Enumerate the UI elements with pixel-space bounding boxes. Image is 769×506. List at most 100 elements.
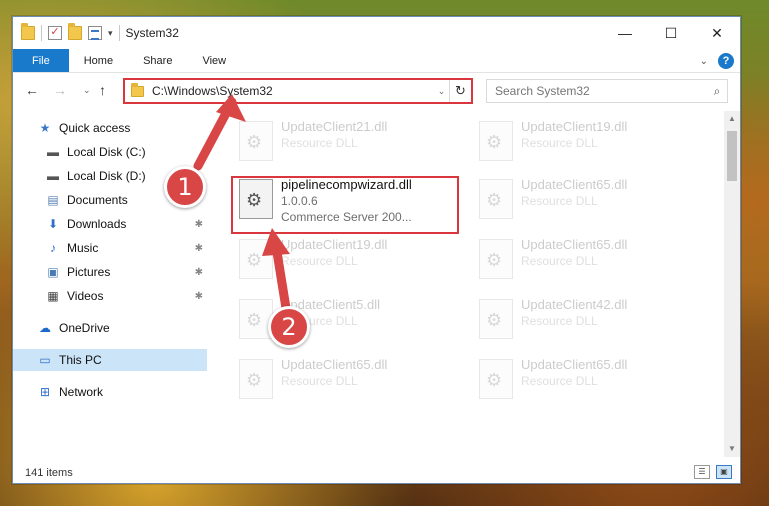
- cloud-icon: ☁: [39, 321, 51, 335]
- dll-file-icon: [239, 239, 273, 279]
- sidebar-item-music[interactable]: ♪ Music ✱: [13, 237, 207, 259]
- dll-file-icon: [479, 359, 513, 399]
- scroll-thumb[interactable]: [727, 131, 737, 181]
- computer-icon: ▭: [39, 353, 51, 367]
- pin-icon[interactable]: ✱: [195, 243, 203, 254]
- tab-home[interactable]: Home: [69, 49, 128, 72]
- pin-icon[interactable]: ✱: [195, 219, 203, 230]
- scroll-up-arrow-icon[interactable]: ▲: [724, 111, 740, 127]
- file-type: Resource DLL: [521, 254, 598, 268]
- file-item[interactable]: UpdateClient65.dll Resource DLL: [469, 233, 689, 287]
- address-path[interactable]: C:\Windows\System32: [152, 84, 433, 98]
- file-item[interactable]: UpdateClient42.dll Resource DLL: [469, 293, 689, 347]
- back-button[interactable]: ←: [25, 82, 39, 98]
- sidebar-item-quick-access[interactable]: ★ Quick access: [13, 117, 207, 139]
- file-type: Resource DLL: [521, 314, 598, 328]
- view-switcher: ☰ ▣: [694, 465, 732, 479]
- sidebar-item-network[interactable]: ⊞ Network: [13, 381, 207, 403]
- search-input[interactable]: [487, 84, 707, 98]
- help-icon[interactable]: ?: [718, 53, 734, 69]
- videos-icon: ▦: [47, 289, 59, 303]
- document-icon: ▤: [47, 193, 59, 207]
- sidebar-item-downloads[interactable]: ⬇ Downloads ✱: [13, 213, 207, 235]
- drive-icon: ▬: [47, 145, 59, 159]
- new-folder-icon[interactable]: [68, 23, 82, 40]
- file-name: UpdateClient65.dll: [521, 237, 628, 252]
- sidebar-item-videos[interactable]: ▦ Videos ✱: [13, 285, 207, 307]
- window-controls: — ☐ ✕: [602, 17, 740, 49]
- tab-view[interactable]: View: [187, 49, 241, 72]
- properties-check-icon[interactable]: ✓: [48, 26, 62, 40]
- search-icon[interactable]: ⌕: [707, 84, 727, 99]
- tab-share[interactable]: Share: [128, 49, 187, 72]
- refresh-button[interactable]: ↻: [449, 80, 471, 102]
- network-icon: ⊞: [39, 385, 51, 399]
- scroll-down-arrow-icon[interactable]: ▼: [724, 441, 740, 457]
- sidebar-item-label: Network: [59, 385, 104, 399]
- file-name: UpdateClient19.dll: [521, 119, 628, 134]
- file-item[interactable]: UpdateClient19.dll Resource DLL: [229, 233, 449, 287]
- sidebar-item-label: Local Disk (C:): [67, 145, 146, 159]
- search-box[interactable]: ⌕: [486, 79, 728, 103]
- sidebar-item-this-pc[interactable]: ▭ This PC: [13, 349, 207, 371]
- quick-access-toolbar: ✓ ▾: [13, 23, 120, 41]
- file-type: Resource DLL: [281, 374, 358, 388]
- window-title: System32: [125, 26, 179, 40]
- download-icon: ⬇: [47, 217, 59, 231]
- sidebar-item-label: Local Disk (D:): [67, 169, 146, 183]
- sidebar-item-onedrive[interactable]: ☁ OneDrive: [13, 317, 207, 339]
- separator: [118, 25, 120, 41]
- file-explorer-window: ✓ ▾ System32 — ☐ ✕ File Home Share View …: [12, 16, 741, 484]
- tab-file[interactable]: File: [13, 49, 69, 72]
- ribbon-right-controls: ⌄ ?: [700, 53, 734, 69]
- file-item[interactable]: UpdateClient5.dll Resource DLL: [229, 293, 449, 347]
- folder-icon: [21, 23, 35, 40]
- file-type: Resource DLL: [281, 136, 358, 150]
- step-badge-2: 2: [268, 306, 310, 348]
- properties-icon[interactable]: [88, 26, 102, 40]
- sidebar-item-pictures[interactable]: ▣ Pictures ✱: [13, 261, 207, 283]
- forward-button[interactable]: →: [53, 82, 67, 98]
- music-icon: ♪: [50, 241, 56, 255]
- star-icon: ★: [39, 121, 51, 135]
- file-name: UpdateClient21.dll: [281, 119, 388, 134]
- vertical-scrollbar[interactable]: ▲ ▼: [724, 111, 740, 457]
- navigation-bar: ← → ⌄ ↑ C:\Windows\System32 ⌄ ↻ ⌕: [13, 73, 740, 109]
- expand-ribbon-icon[interactable]: ⌄: [700, 56, 708, 67]
- details-view-icon[interactable]: ☰: [694, 465, 710, 479]
- file-name: UpdateClient65.dll: [521, 177, 628, 192]
- minimize-button[interactable]: —: [602, 17, 648, 49]
- file-name: UpdateClient42.dll: [521, 297, 628, 312]
- dll-file-icon: [479, 299, 513, 339]
- file-type: Resource DLL: [521, 136, 598, 150]
- separator: [41, 25, 42, 41]
- pin-icon[interactable]: ✱: [195, 267, 203, 278]
- up-button[interactable]: ↑: [99, 82, 106, 98]
- item-count: 141 items: [25, 467, 73, 479]
- file-item[interactable]: UpdateClient65.dll Resource DLL: [469, 173, 689, 227]
- pin-icon[interactable]: ✱: [195, 291, 203, 302]
- dll-file-icon: [479, 179, 513, 219]
- file-name: UpdateClient65.dll: [521, 357, 628, 372]
- file-name: UpdateClient65.dll: [281, 357, 388, 372]
- file-type: Resource DLL: [521, 194, 598, 208]
- file-item[interactable]: UpdateClient21.dll Resource DLL: [229, 115, 449, 169]
- folder-icon: [131, 82, 144, 97]
- sidebar-item-label: Documents: [67, 193, 128, 207]
- file-item[interactable]: UpdateClient19.dll Resource DLL: [469, 115, 689, 169]
- sidebar-item-label: Videos: [67, 289, 104, 303]
- customize-toolbar-dropdown[interactable]: ▾: [108, 28, 113, 39]
- address-dropdown[interactable]: ⌄: [433, 86, 449, 97]
- file-item[interactable]: UpdateClient65.dll Resource DLL: [229, 353, 449, 407]
- file-list: UpdateClient21.dll Resource DLL UpdateCl…: [219, 111, 725, 457]
- sidebar-item-label: Downloads: [67, 217, 127, 231]
- recent-locations-dropdown[interactable]: ⌄: [83, 85, 91, 96]
- maximize-button[interactable]: ☐: [648, 17, 694, 49]
- drive-icon: ▬: [47, 169, 59, 183]
- tiles-view-icon[interactable]: ▣: [716, 465, 732, 479]
- file-type: Resource DLL: [281, 254, 358, 268]
- sidebar-item-local-disk-c[interactable]: ▬ Local Disk (C:): [13, 141, 207, 163]
- address-bar[interactable]: C:\Windows\System32 ⌄ ↻: [123, 78, 473, 104]
- file-item[interactable]: UpdateClient65.dll Resource DLL: [469, 353, 689, 407]
- close-button[interactable]: ✕: [694, 17, 740, 49]
